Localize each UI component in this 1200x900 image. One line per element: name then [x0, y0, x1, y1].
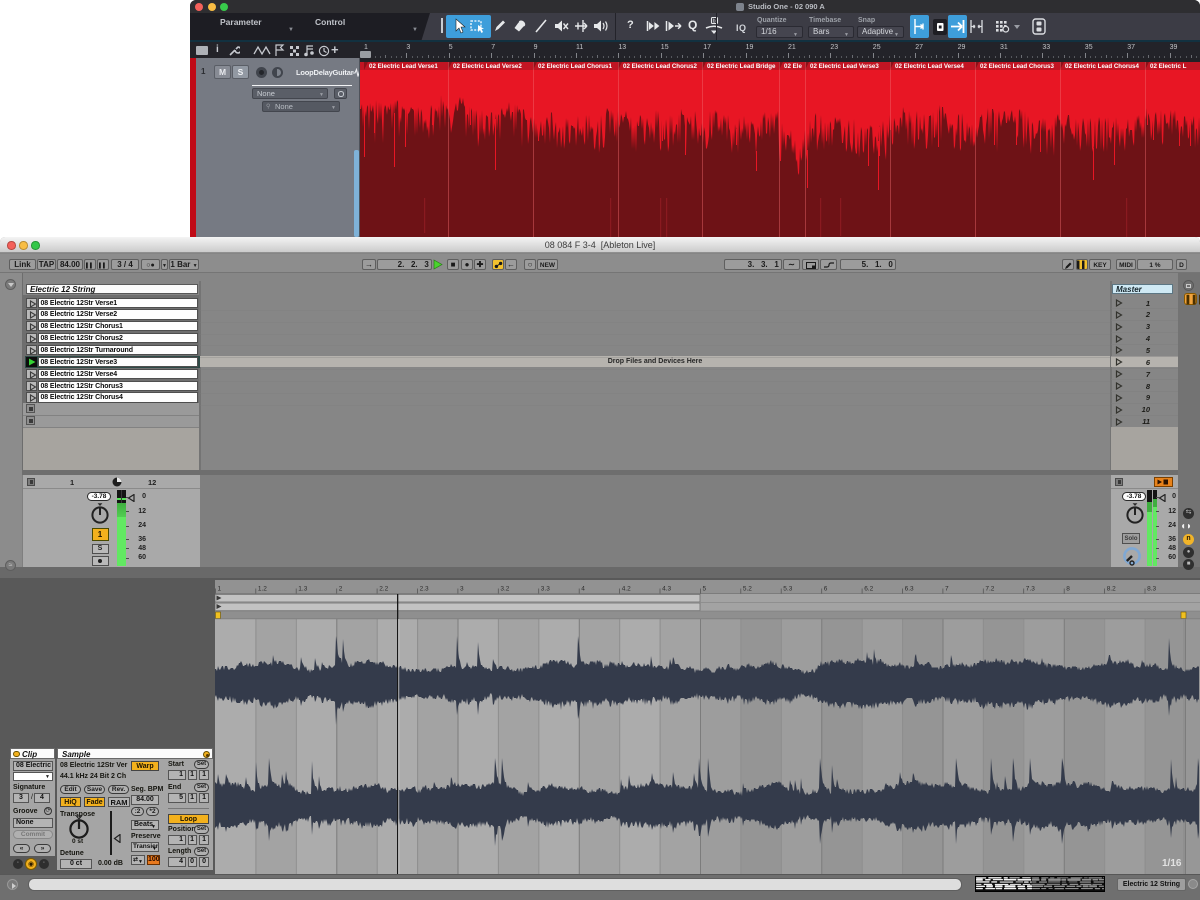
svg-text:6: 6 [824, 586, 828, 593]
svg-text:2.3: 2.3 [420, 586, 429, 593]
svg-text:02 Electric Lead Bridge: 02 Electric Lead Bridge [707, 63, 776, 70]
svg-text:8: 8 [1066, 586, 1070, 593]
svg-text:5.2: 5.2 [743, 586, 752, 593]
svg-text:1: 1 [218, 586, 222, 593]
svg-text:02 Electric Lead Chorus4: 02 Electric Lead Chorus4 [1065, 63, 1139, 70]
svg-text:02 Electric Lead Verse2: 02 Electric Lead Verse2 [453, 63, 522, 70]
svg-text:2.2: 2.2 [379, 586, 388, 593]
svg-text:7.2: 7.2 [985, 586, 994, 593]
svg-text:7.3: 7.3 [1026, 586, 1035, 593]
svg-text:02 Electric L: 02 Electric L [1150, 63, 1187, 70]
svg-text:2: 2 [339, 586, 343, 593]
svg-text:6.2: 6.2 [864, 586, 873, 593]
svg-text:3.2: 3.2 [500, 586, 509, 593]
svg-text:02 Electric Lead Verse3: 02 Electric Lead Verse3 [810, 63, 879, 70]
svg-text:1/16: 1/16 [1162, 858, 1182, 869]
svg-text:4.2: 4.2 [622, 586, 631, 593]
svg-text:02 Electric Lead Chorus3: 02 Electric Lead Chorus3 [980, 63, 1054, 70]
svg-text:02 Electric Lead Chorus2: 02 Electric Lead Chorus2 [623, 63, 697, 70]
svg-text:3.3: 3.3 [541, 586, 550, 593]
svg-text:02 Ele: 02 Ele [784, 63, 802, 70]
svg-text:1.3: 1.3 [298, 586, 307, 593]
svg-text:02 Electric Lead Chorus1: 02 Electric Lead Chorus1 [538, 63, 612, 70]
svg-text:4: 4 [581, 586, 585, 593]
svg-text:1.2: 1.2 [258, 586, 267, 593]
svg-text:4.3: 4.3 [662, 586, 671, 593]
svg-text:8.3: 8.3 [1147, 586, 1156, 593]
svg-text:6.3: 6.3 [905, 586, 914, 593]
svg-text:02 Electric Lead Verse1: 02 Electric Lead Verse1 [369, 63, 438, 70]
svg-text:8.2: 8.2 [1107, 586, 1116, 593]
svg-text:5: 5 [703, 586, 707, 593]
svg-text:3: 3 [460, 586, 464, 593]
svg-text:5.3: 5.3 [783, 586, 792, 593]
svg-text:02 Electric Lead Verse4: 02 Electric Lead Verse4 [895, 63, 964, 70]
svg-text:7: 7 [945, 586, 949, 593]
